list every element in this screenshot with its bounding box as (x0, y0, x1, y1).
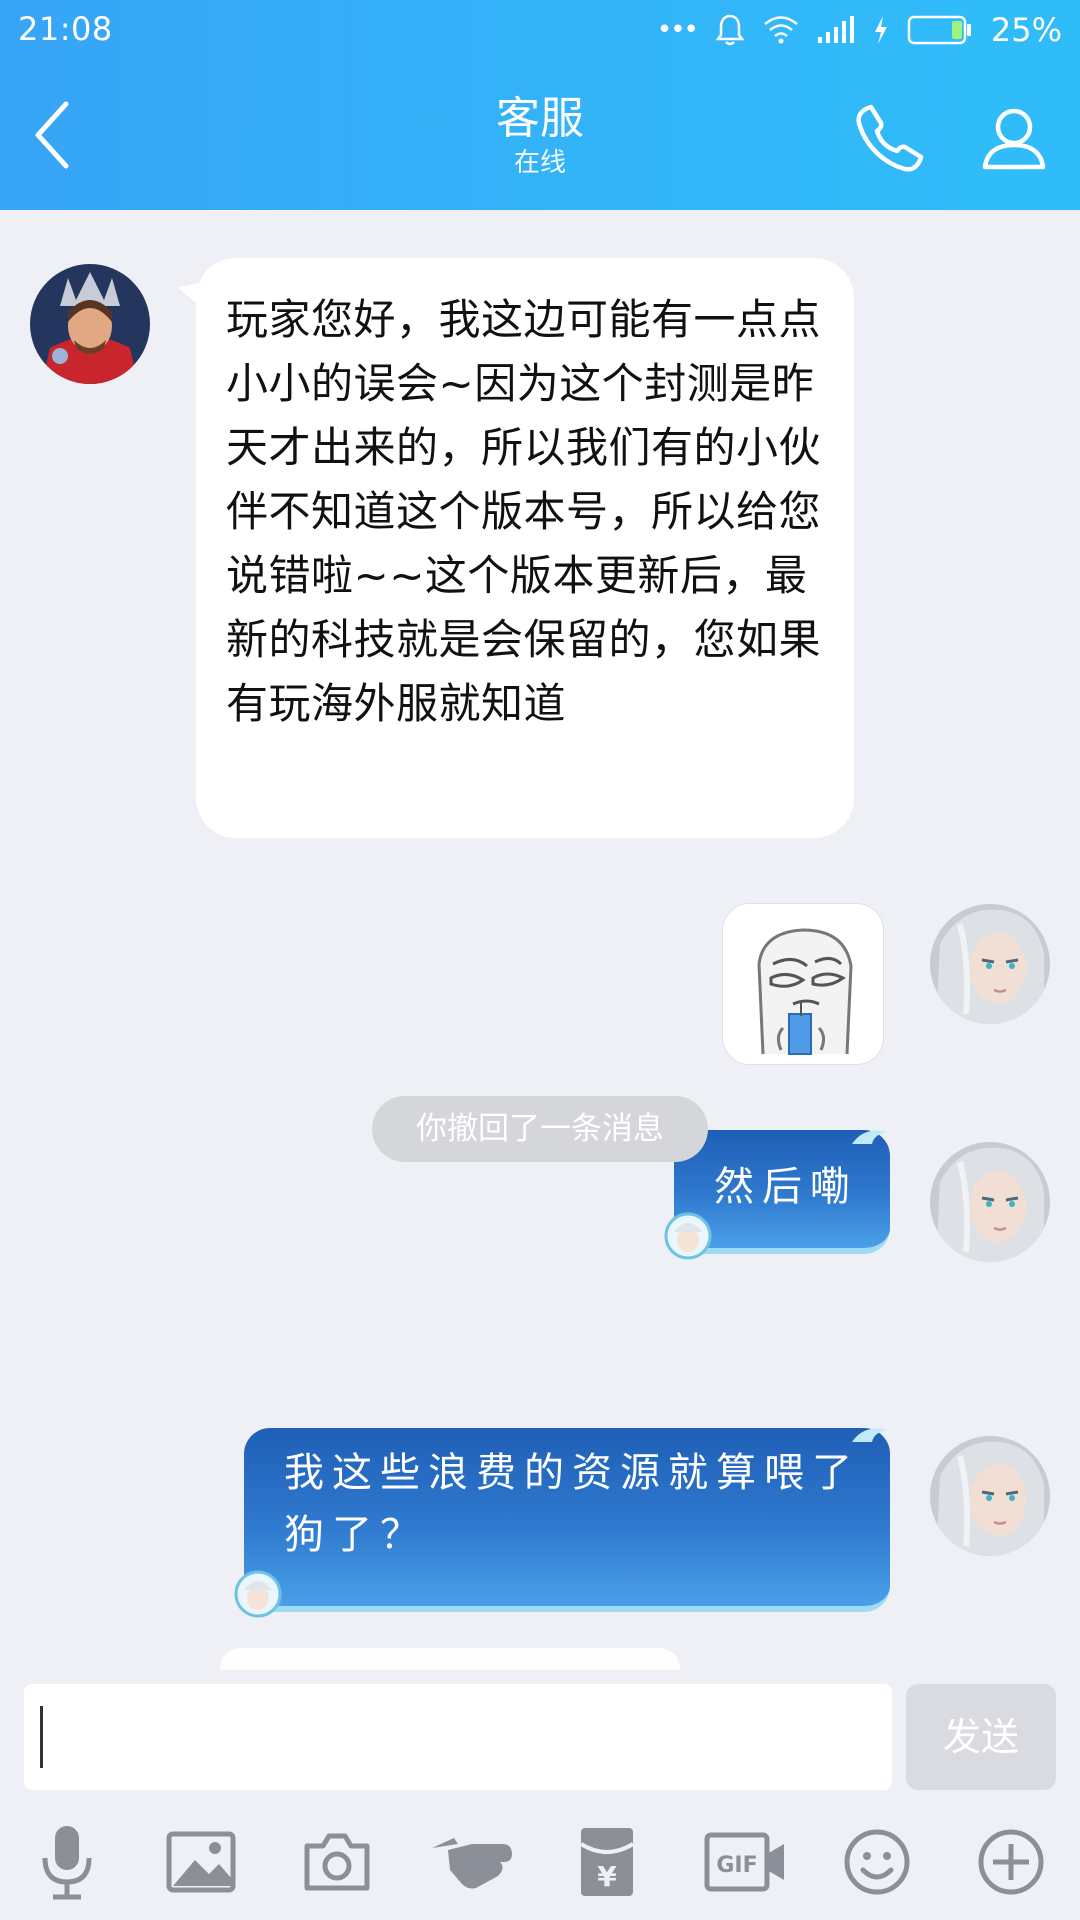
plus-icon (978, 1829, 1044, 1895)
outgoing-message-text: 然后嘞 (714, 1164, 858, 1210)
silver-hair-portrait-icon (930, 1142, 1050, 1262)
microphone-icon (42, 1826, 92, 1900)
image-icon (166, 1831, 236, 1893)
sticker-message[interactable] (722, 903, 884, 1065)
emoji-button[interactable] (832, 1812, 922, 1912)
camera-icon (304, 1833, 370, 1891)
user-avatar[interactable] (930, 904, 1050, 1024)
outgoing-message-bubble[interactable]: 然后嘞 (664, 1130, 890, 1260)
silver-hair-portrait-icon (930, 904, 1050, 1024)
photo-button[interactable] (156, 1812, 246, 1912)
doodle-face-drinking-sticker (723, 904, 883, 1064)
message-input[interactable] (24, 1684, 892, 1790)
more-dots-icon: ••• (656, 15, 699, 45)
battery-icon (907, 14, 973, 46)
chat-title: 客服 (496, 93, 584, 144)
input-toolbar: ¥ GIF (0, 1812, 1080, 1912)
bell-icon (715, 13, 745, 47)
message-list[interactable]: 玩家您好，我这边可能有一点点小小的误会~因为这个封测是昨天才出来的，所以我们有的… (0, 210, 1080, 1670)
chevron-left-icon (35, 101, 69, 169)
incoming-message-text: 玩家您好，我这边可能有一点点小小的误会~因为这个封测是昨天才出来的，所以我们有的… (226, 295, 822, 728)
status-icons: ••• 25% (657, 8, 1062, 52)
gif-icon: GIF (704, 1832, 784, 1892)
poke-button[interactable] (428, 1812, 518, 1912)
outgoing-message-bubble[interactable]: 我这些浪费的资源就算喂了狗了？ (234, 1428, 890, 1618)
charging-icon (873, 15, 889, 45)
incoming-message-bubble[interactable]: 玩家您好，我这边可能有一点点小小的误会~因为这个封测是昨天才出来的，所以我们有的… (196, 258, 854, 838)
user-avatar[interactable] (930, 1436, 1050, 1556)
chat-title-block: 客服 在线 (340, 92, 740, 180)
camera-button[interactable] (292, 1812, 382, 1912)
silver-hair-portrait-icon (930, 1436, 1050, 1556)
input-bar: 发送 ¥ GIF (0, 1670, 1080, 1920)
wifi-icon (763, 15, 799, 45)
gif-label: GIF (716, 1853, 757, 1878)
more-button[interactable] (966, 1812, 1056, 1912)
battery-percent: 25% (990, 11, 1062, 49)
knight-portrait-icon (30, 264, 150, 384)
profile-button[interactable] (972, 96, 1056, 180)
gif-button[interactable]: GIF (696, 1812, 796, 1912)
outgoing-message-text: 我这些浪费的资源就算喂了狗了？ (284, 1450, 860, 1558)
recall-notice: 你撤回了一条消息 (372, 1096, 708, 1162)
wave-decoration-icon (852, 1428, 888, 1442)
status-time: 21:08 (18, 10, 113, 48)
chibi-character-icon (664, 1212, 712, 1260)
voice-button[interactable] (22, 1812, 112, 1912)
red-packet-button[interactable]: ¥ (562, 1812, 652, 1912)
poke-hand-icon (432, 1838, 512, 1889)
text-caret (40, 1706, 43, 1768)
red-packet-icon: ¥ (579, 1828, 635, 1896)
support-avatar[interactable] (30, 264, 150, 384)
call-button[interactable] (848, 96, 932, 180)
user-avatar[interactable] (930, 1142, 1050, 1262)
chat-header: 21:08 ••• 25% 客服 在线 (0, 0, 1080, 210)
send-button[interactable]: 发送 (906, 1684, 1056, 1790)
back-button[interactable] (22, 95, 82, 175)
signal-icon (817, 15, 855, 45)
status-bar: 21:08 ••• 25% (0, 0, 1080, 62)
phone-icon (856, 104, 924, 172)
wave-decoration-icon (852, 1130, 888, 1144)
person-icon (982, 108, 1046, 170)
online-status: 在线 (513, 148, 566, 178)
yuan-label: ¥ (597, 1860, 617, 1893)
emoji-icon (844, 1829, 910, 1895)
chibi-character-icon (234, 1570, 282, 1618)
